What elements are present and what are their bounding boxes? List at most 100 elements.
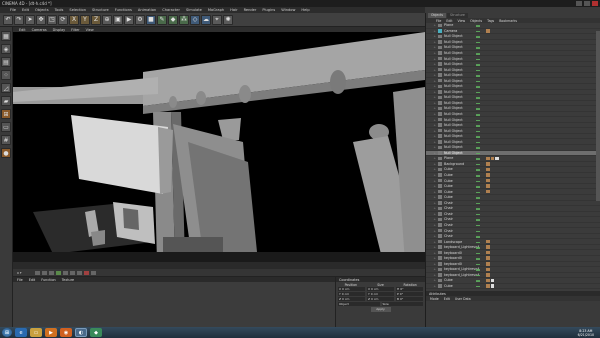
size-mode-select[interactable]: Size xyxy=(381,302,423,306)
visibility-dots-icon[interactable] xyxy=(476,68,480,72)
snap-icon[interactable]: ⊞ xyxy=(1,109,11,119)
coordinate-system-icon[interactable]: ⊕ xyxy=(102,14,112,25)
visibility-dots-icon[interactable] xyxy=(476,118,480,122)
expand-icon[interactable]: + xyxy=(426,195,436,199)
tab-structure[interactable]: Structure xyxy=(447,13,468,18)
om-menu-view[interactable]: View xyxy=(458,19,466,23)
tag-icon[interactable] xyxy=(486,156,490,161)
menu-animation[interactable]: Animation xyxy=(138,8,156,12)
z-axis-icon[interactable]: Z xyxy=(91,14,101,25)
expand-icon[interactable]: + xyxy=(426,145,436,149)
visibility-dots-icon[interactable] xyxy=(476,179,480,183)
expand-icon[interactable]: + xyxy=(426,84,436,88)
visibility-dots-icon[interactable] xyxy=(476,29,480,33)
expand-icon[interactable]: + xyxy=(426,206,436,210)
expand-icon[interactable]: + xyxy=(426,173,436,177)
subdivision-icon[interactable]: ◆ xyxy=(168,14,178,25)
viewport-menu-cameras[interactable]: Cameras xyxy=(32,28,47,32)
viewport-menu-filter[interactable]: Filter xyxy=(71,28,79,32)
camera-icon[interactable]: ⌖ xyxy=(212,14,222,25)
position-z-field[interactable]: Z 0 cm xyxy=(338,297,365,301)
visibility-dots-icon[interactable] xyxy=(476,174,480,177)
tab-objects[interactable]: Objects xyxy=(428,13,447,18)
menu-plugins[interactable]: Plugins xyxy=(262,8,275,12)
expand-icon[interactable]: + xyxy=(426,151,436,155)
om-menu-bookmarks[interactable]: Bookmarks xyxy=(499,19,517,23)
material-menu-texture[interactable]: Texture xyxy=(62,278,74,282)
autokey-icon[interactable] xyxy=(91,270,96,275)
visibility-dots-icon[interactable] xyxy=(476,279,480,282)
app-taskbar-icon[interactable]: ◆ xyxy=(90,328,102,337)
expand-icon[interactable]: + xyxy=(426,267,436,271)
visibility-dots-icon[interactable] xyxy=(476,235,480,238)
visibility-dots-icon[interactable] xyxy=(476,185,480,188)
expand-icon[interactable]: + xyxy=(426,223,436,227)
start-button[interactable]: ⊞ xyxy=(2,328,12,337)
tag-icon[interactable] xyxy=(490,156,494,161)
polygons-mode-icon[interactable]: ▰ xyxy=(1,96,11,106)
expand-icon[interactable]: + xyxy=(426,190,436,194)
object-mode-icon[interactable]: ◈ xyxy=(1,44,11,54)
tag-icon[interactable] xyxy=(486,278,490,283)
menu-edit[interactable]: Edit xyxy=(22,8,29,12)
pen-icon[interactable]: ✎ xyxy=(157,14,167,25)
tag-icon[interactable] xyxy=(486,250,490,255)
visibility-dots-icon[interactable] xyxy=(476,246,480,249)
visibility-dots-icon[interactable] xyxy=(476,223,480,227)
visibility-dots-icon[interactable] xyxy=(476,140,480,144)
render-settings-icon[interactable]: ⚙ xyxy=(135,14,145,25)
x-axis-icon[interactable]: X xyxy=(69,14,79,25)
rotation-b-field[interactable]: B 0° xyxy=(396,297,423,301)
maximize-button[interactable] xyxy=(584,1,590,6)
visibility-dots-icon[interactable] xyxy=(476,113,480,116)
expand-icon[interactable]: + xyxy=(426,240,436,244)
visibility-dots-icon[interactable] xyxy=(476,57,480,61)
size-x-field[interactable]: X 0 cm xyxy=(367,287,394,291)
material-menu-edit[interactable]: Edit xyxy=(29,278,36,282)
tag-icon[interactable] xyxy=(490,278,494,283)
expand-icon[interactable]: + xyxy=(426,156,436,160)
expand-icon[interactable]: + xyxy=(426,129,436,133)
visibility-dots-icon[interactable] xyxy=(476,251,480,255)
visibility-dots-icon[interactable] xyxy=(476,218,480,221)
tag-icon[interactable] xyxy=(486,284,490,288)
visibility-dots-icon[interactable] xyxy=(476,90,480,94)
move-icon[interactable]: ✥ xyxy=(36,14,46,25)
visibility-dots-icon[interactable] xyxy=(476,24,480,27)
pointer-icon[interactable]: ➤ xyxy=(25,14,35,25)
expand-icon[interactable]: + xyxy=(426,256,436,260)
expand-icon[interactable]: + xyxy=(426,29,436,33)
visibility-dots-icon[interactable] xyxy=(476,207,480,210)
expand-icon[interactable]: + xyxy=(426,40,436,44)
y-axis-icon[interactable]: Y xyxy=(80,14,90,25)
expand-icon[interactable]: + xyxy=(426,45,436,49)
tag-icon[interactable] xyxy=(486,262,490,266)
visibility-dots-icon[interactable] xyxy=(476,129,480,133)
expand-icon[interactable]: + xyxy=(426,234,436,238)
instance-icon[interactable]: ◇ xyxy=(190,14,200,25)
rotation-h-field[interactable]: H 0° xyxy=(396,287,423,291)
go-to-start-icon[interactable] xyxy=(35,270,40,275)
expand-icon[interactable]: + xyxy=(426,251,436,255)
menu-file[interactable]: File xyxy=(10,8,16,12)
material-menu-file[interactable]: File xyxy=(17,278,23,282)
menu-objects[interactable]: Objects xyxy=(35,8,49,12)
tag-icon[interactable] xyxy=(486,29,490,33)
expand-icon[interactable]: + xyxy=(426,57,436,61)
visibility-dots-icon[interactable] xyxy=(476,135,480,138)
visibility-dots-icon[interactable] xyxy=(476,168,480,171)
visibility-dots-icon[interactable] xyxy=(476,85,480,88)
menu-hair[interactable]: Hair xyxy=(230,8,237,12)
cinema4d-taskbar-icon[interactable]: ◐ xyxy=(75,328,87,337)
tag-icon[interactable] xyxy=(486,167,490,172)
om-menu-edit[interactable]: Edit xyxy=(446,19,452,23)
tag-icon[interactable] xyxy=(486,245,490,249)
expand-icon[interactable]: + xyxy=(426,262,436,266)
light-icon[interactable]: ✺ xyxy=(223,14,233,25)
timeline-ruler[interactable] xyxy=(13,262,425,269)
go-to-end-icon[interactable] xyxy=(77,270,82,275)
visibility-dots-icon[interactable] xyxy=(476,162,480,166)
visibility-dots-icon[interactable] xyxy=(476,107,480,110)
prev-frame-icon[interactable] xyxy=(49,270,54,275)
expand-icon[interactable]: + xyxy=(426,68,436,72)
